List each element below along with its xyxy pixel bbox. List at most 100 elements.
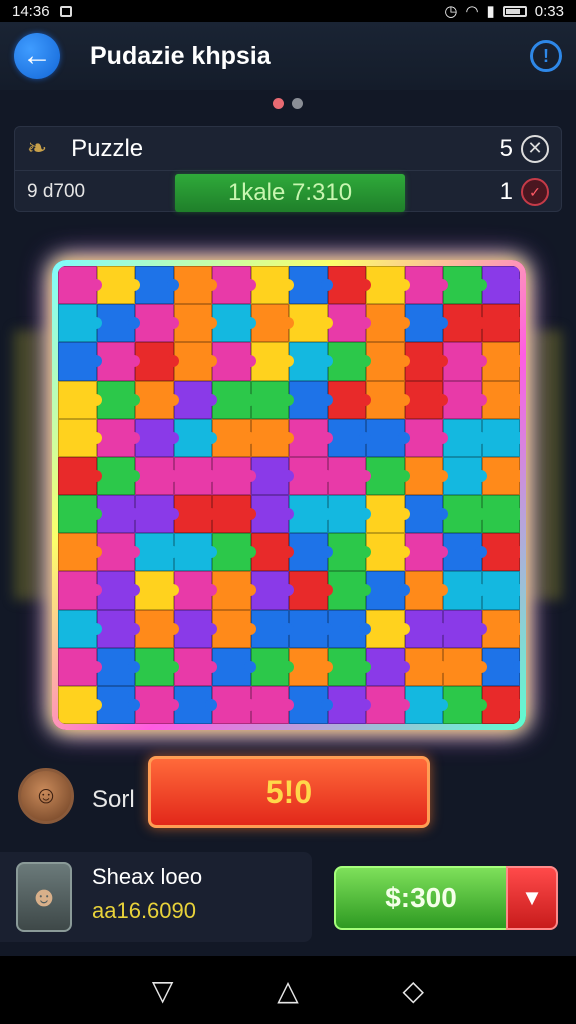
puzzle-piece[interactable] xyxy=(96,304,140,343)
puzzle-piece[interactable] xyxy=(250,571,294,610)
puzzle-piece[interactable] xyxy=(135,685,178,724)
puzzle-piece[interactable] xyxy=(481,609,520,648)
puzzle-piece[interactable] xyxy=(404,418,448,457)
puzzle-piece[interactable] xyxy=(135,304,178,343)
puzzle-piece[interactable] xyxy=(135,266,178,305)
puzzle-piece[interactable] xyxy=(481,380,520,419)
puzzle-piece[interactable] xyxy=(481,533,520,572)
puzzle-piece[interactable] xyxy=(481,571,520,610)
puzzle-piece[interactable] xyxy=(481,647,520,686)
puzzle-piece[interactable] xyxy=(366,571,409,610)
puzzle-piece[interactable] xyxy=(327,685,371,724)
puzzle-piece[interactable] xyxy=(366,342,409,381)
puzzle-piece[interactable] xyxy=(481,342,520,381)
user-avatar[interactable]: ☻ xyxy=(16,862,72,932)
puzzle-piece[interactable] xyxy=(443,304,486,343)
puzzle-piece[interactable] xyxy=(173,266,217,305)
puzzle-piece[interactable] xyxy=(327,609,371,648)
puzzle-piece[interactable] xyxy=(481,456,520,495)
puzzle-piece[interactable] xyxy=(366,533,409,572)
puzzle-piece[interactable] xyxy=(366,609,409,648)
puzzle-piece[interactable] xyxy=(212,533,255,572)
puzzle-piece[interactable] xyxy=(404,266,448,305)
puzzle-piece[interactable] xyxy=(327,533,371,572)
puzzle-piece[interactable] xyxy=(289,342,332,381)
puzzle-piece[interactable] xyxy=(327,647,371,686)
puzzle-piece[interactable] xyxy=(327,380,371,419)
puzzle-piece[interactable] xyxy=(212,609,255,648)
puzzle-piece[interactable] xyxy=(327,304,371,343)
puzzle-piece[interactable] xyxy=(58,380,101,419)
puzzle-piece[interactable] xyxy=(212,266,255,305)
puzzle-piece[interactable] xyxy=(212,304,255,343)
puzzle-piece[interactable] xyxy=(366,495,409,534)
puzzle-piece[interactable] xyxy=(443,418,486,457)
puzzle-piece[interactable] xyxy=(443,647,486,686)
puzzle-piece[interactable] xyxy=(173,533,217,572)
puzzle-piece[interactable] xyxy=(135,456,178,495)
puzzle-piece[interactable] xyxy=(58,418,101,457)
puzzle-piece[interactable] xyxy=(173,418,217,457)
puzzle-piece[interactable] xyxy=(289,571,332,610)
puzzle-piece[interactable] xyxy=(173,380,217,419)
puzzle-piece[interactable] xyxy=(212,647,255,686)
puzzle-piece[interactable] xyxy=(443,533,486,572)
puzzle-piece[interactable] xyxy=(58,495,101,534)
puzzle-piece[interactable] xyxy=(58,609,101,648)
puzzle-piece[interactable] xyxy=(96,533,140,572)
puzzle-piece[interactable] xyxy=(58,533,101,572)
puzzle-piece[interactable] xyxy=(327,571,371,610)
puzzle-board[interactable] xyxy=(52,260,526,730)
page-dot-active[interactable] xyxy=(273,98,284,109)
puzzle-piece[interactable] xyxy=(212,380,255,419)
puzzle-piece[interactable] xyxy=(250,304,294,343)
puzzle-piece[interactable] xyxy=(250,609,294,648)
chevron-down-icon[interactable]: ▼ xyxy=(506,866,558,930)
puzzle-piece[interactable] xyxy=(404,456,448,495)
puzzle-piece[interactable] xyxy=(481,495,520,534)
puzzle-piece[interactable] xyxy=(289,495,332,534)
puzzle-piece[interactable] xyxy=(327,418,371,457)
puzzle-piece[interactable] xyxy=(58,647,101,686)
puzzle-piece[interactable] xyxy=(443,342,486,381)
close-icon[interactable]: ✕ xyxy=(521,134,549,163)
puzzle-piece[interactable] xyxy=(58,456,101,495)
puzzle-piece[interactable] xyxy=(327,342,371,381)
puzzle-piece[interactable] xyxy=(289,418,332,457)
puzzle-piece[interactable] xyxy=(289,647,332,686)
puzzle-piece[interactable] xyxy=(250,533,294,572)
puzzle-piece[interactable] xyxy=(96,647,140,686)
puzzle-piece[interactable] xyxy=(289,456,332,495)
nav-back-icon[interactable]: ▽ xyxy=(152,974,174,1007)
puzzle-piece[interactable] xyxy=(443,609,486,648)
puzzle-piece[interactable] xyxy=(135,495,178,534)
puzzle-piece[interactable] xyxy=(404,571,448,610)
puzzle-piece[interactable] xyxy=(173,495,217,534)
puzzle-piece[interactable] xyxy=(404,685,448,724)
puzzle-piece[interactable] xyxy=(212,456,255,495)
puzzle-piece[interactable] xyxy=(404,304,448,343)
puzzle-piece[interactable] xyxy=(96,571,140,610)
puzzle-piece[interactable] xyxy=(58,304,101,343)
puzzle-piece[interactable] xyxy=(173,609,217,648)
puzzle-piece[interactable] xyxy=(366,685,409,724)
page-dot-inactive[interactable] xyxy=(292,98,303,109)
avatar[interactable]: ☺ xyxy=(18,768,74,824)
puzzle-piece[interactable] xyxy=(250,495,294,534)
back-arrow-icon[interactable]: ← xyxy=(14,33,60,79)
puzzle-piece[interactable] xyxy=(135,533,178,572)
puzzle-piece[interactable] xyxy=(173,304,217,343)
check-icon[interactable]: ✓ xyxy=(521,178,549,206)
puzzle-piece[interactable] xyxy=(366,380,409,419)
puzzle-piece[interactable] xyxy=(135,609,178,648)
puzzle-piece[interactable] xyxy=(173,571,217,610)
puzzle-piece[interactable] xyxy=(212,342,255,381)
puzzle-piece[interactable] xyxy=(212,685,255,724)
puzzle-piece[interactable] xyxy=(250,418,294,457)
puzzle-piece[interactable] xyxy=(443,685,486,724)
buy-button[interactable]: $:300 xyxy=(334,866,508,930)
puzzle-piece[interactable] xyxy=(250,685,294,724)
nav-home-icon[interactable]: △ xyxy=(277,974,299,1007)
puzzle-piece[interactable] xyxy=(96,342,140,381)
puzzle-piece[interactable] xyxy=(96,456,140,495)
